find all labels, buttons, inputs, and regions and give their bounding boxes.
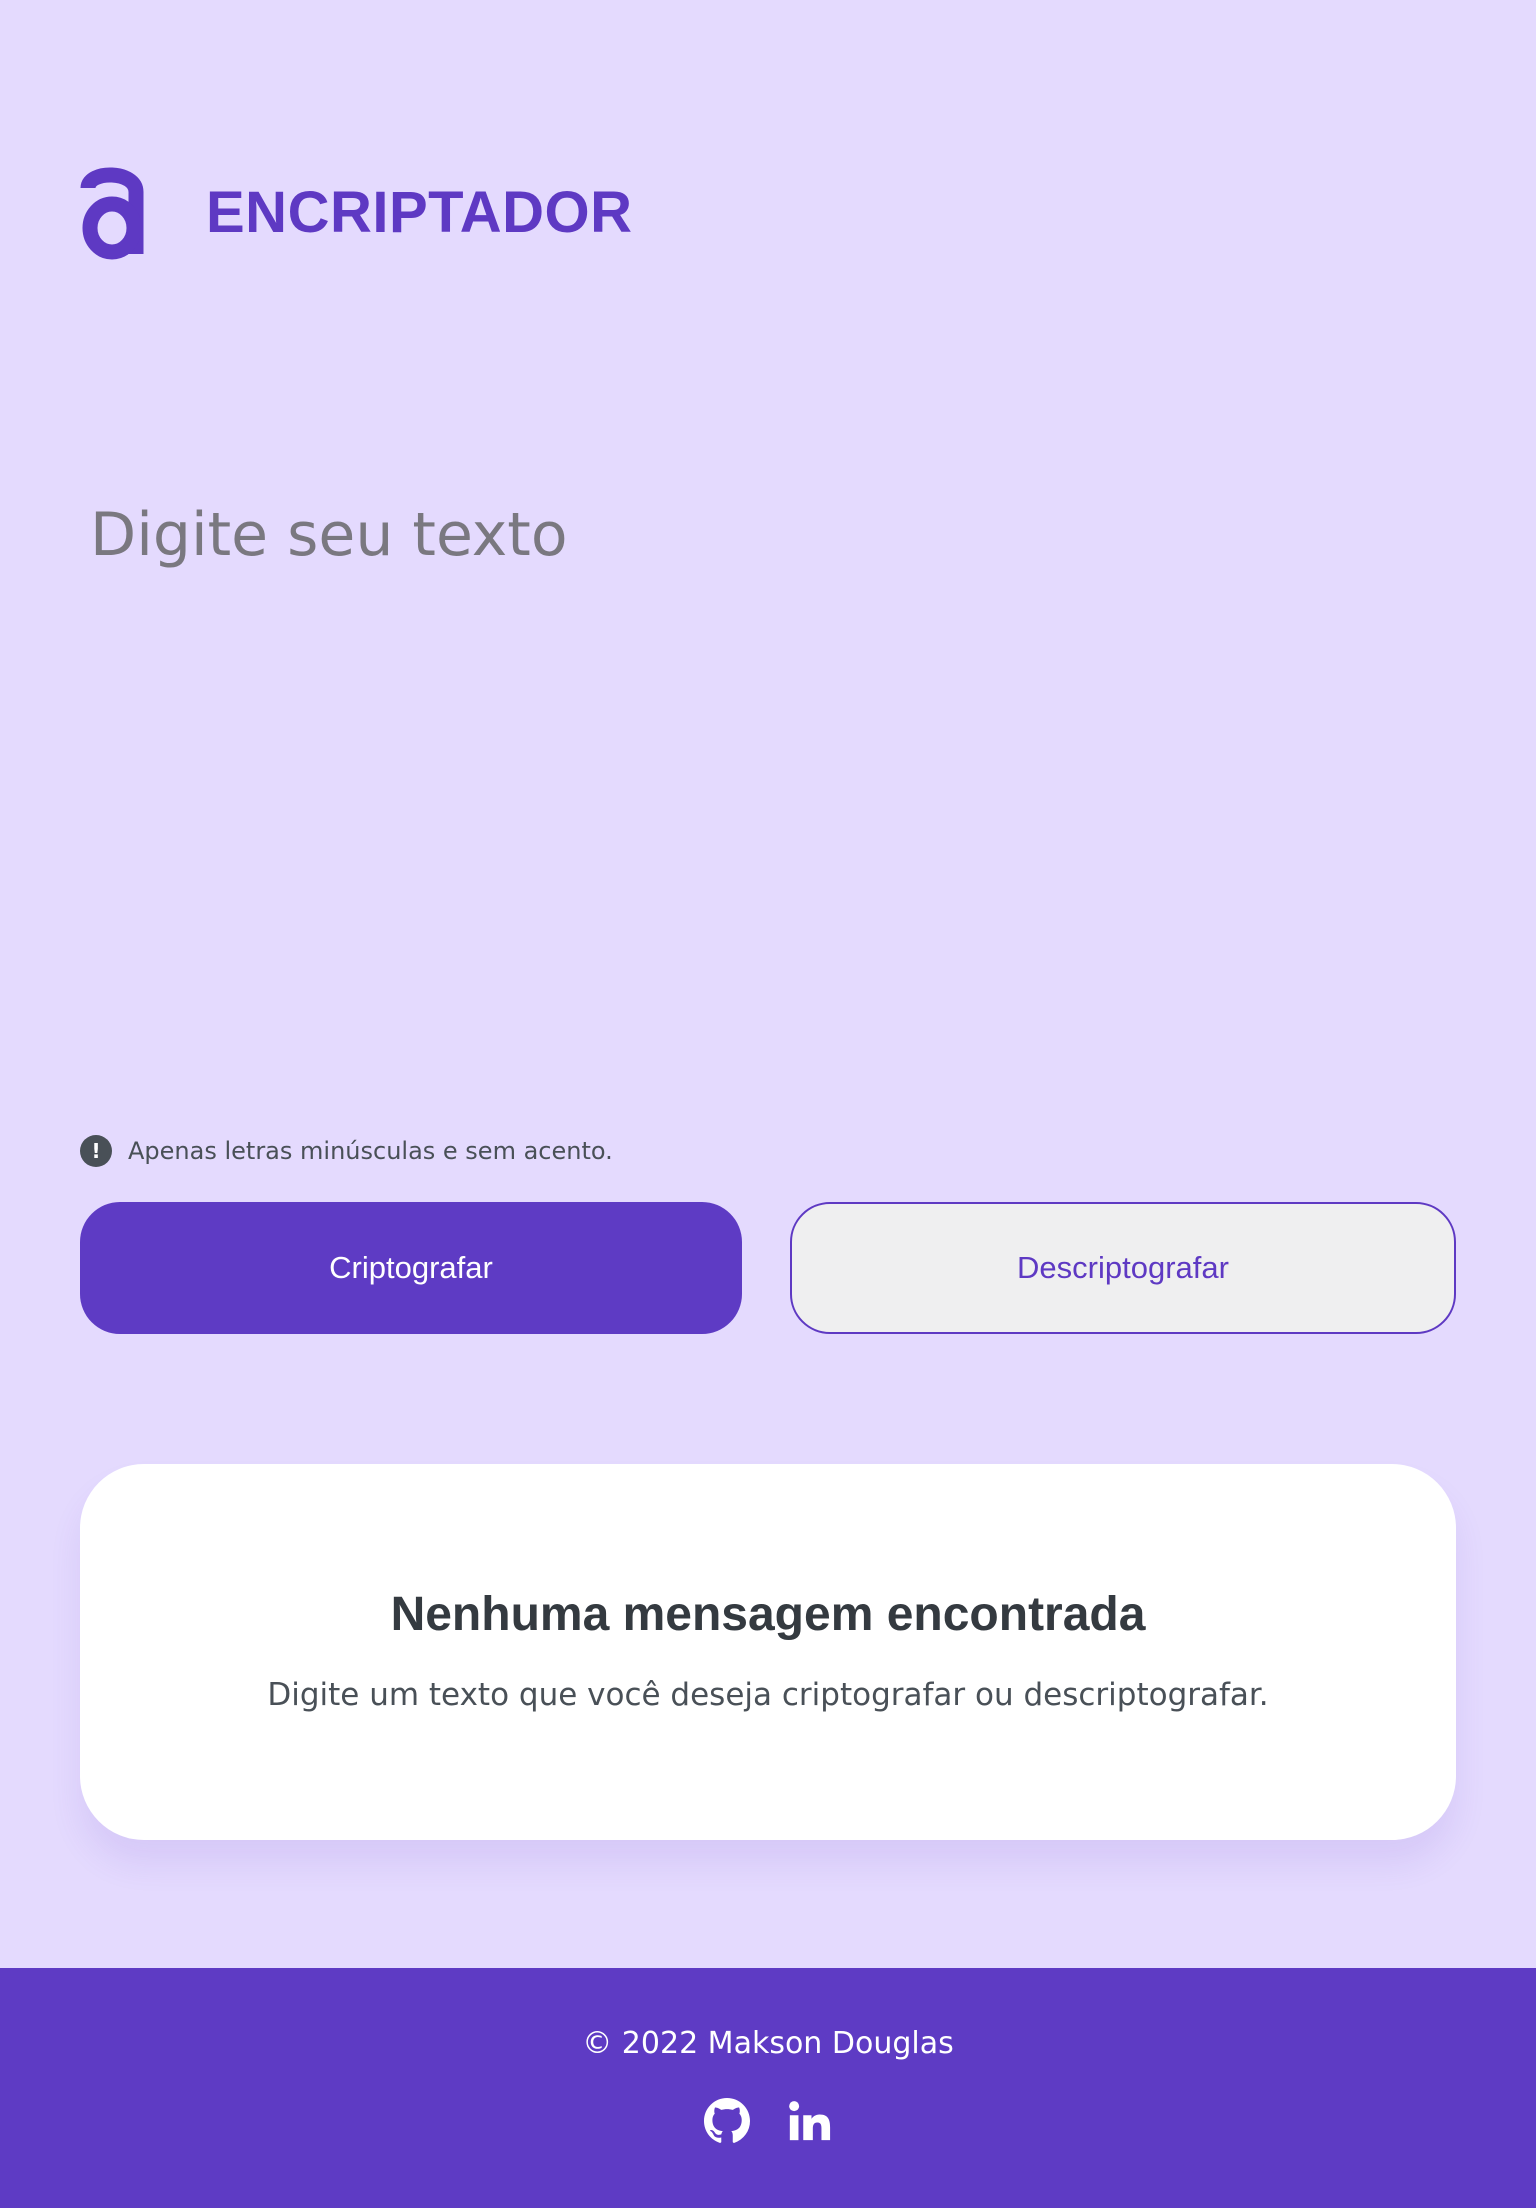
result-message: Digite um texto que você deseja criptogr… [267,1677,1269,1713]
copyright-text: © 2022 Makson Douglas [582,2026,954,2061]
exclamation-circle-icon: ! [80,1135,112,1167]
decrypt-button[interactable]: Descriptografar [790,1202,1456,1334]
github-link[interactable] [704,2098,750,2144]
social-links [0,2098,1536,2144]
result-card: Nenhuma mensagem encontrada Digite um te… [80,1464,1456,1840]
result-title: Nenhuma mensagem encontrada [390,1588,1146,1641]
site-header: ENCRIPTADOR [80,145,633,281]
linkedin-link[interactable] [786,2098,832,2144]
site-footer: © 2022 Makson Douglas [0,1968,1536,2208]
input-hint: ! Apenas letras minúsculas e sem acento. [80,1135,613,1167]
hint-text: Apenas letras minúsculas e sem acento. [128,1137,613,1165]
message-input[interactable] [80,490,1456,1090]
brand-title: ENCRIPTADOR [206,179,633,245]
encrypt-button[interactable]: Criptografar [80,1202,742,1334]
github-icon [704,2098,750,2143]
linkedin-icon [789,2101,831,2141]
logo-icon [80,167,144,260]
